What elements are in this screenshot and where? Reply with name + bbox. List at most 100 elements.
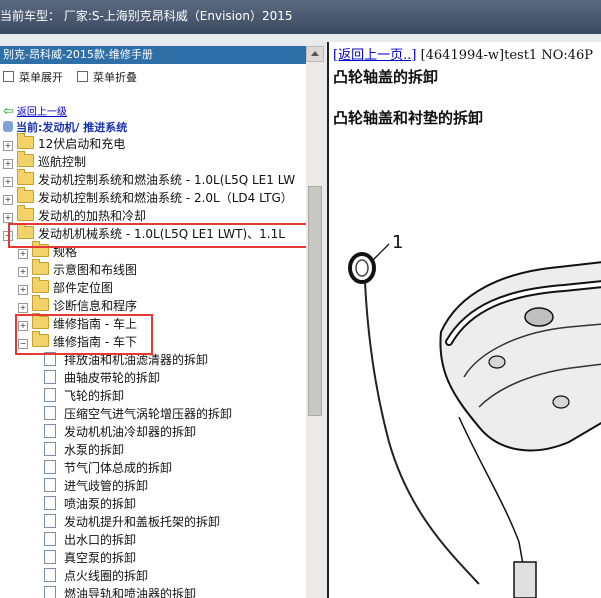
cover-boss-1 — [488, 355, 506, 369]
expand-toggle-icon[interactable]: + — [3, 195, 13, 205]
tree-item-label: 12伏启动和充电 — [38, 137, 126, 151]
folder-icon — [32, 277, 49, 293]
tree-item-doc[interactable]: 真空泵的拆卸 — [44, 549, 136, 567]
expand-toggle-icon[interactable]: + — [18, 267, 28, 277]
document-icon — [44, 442, 56, 456]
tree-item-label: 发动机提升和盖板托架的拆卸 — [64, 515, 221, 529]
expand-toggle-icon[interactable]: + — [18, 249, 28, 259]
tree-item-label: 发动机的加热和冷却 — [38, 209, 147, 223]
cover-boss-2 — [552, 395, 570, 409]
tree-item-label: 燃油导轨和喷油器的拆卸 — [64, 587, 197, 598]
callout-leader-line — [372, 243, 390, 261]
expand-toggle-icon[interactable]: + — [3, 159, 13, 169]
collapse-menu-label: 菜单折叠 — [93, 71, 137, 84]
document-icon — [44, 388, 56, 402]
tree-item-label: 飞轮的拆卸 — [64, 389, 125, 403]
menu-toolbar: 菜单展开 菜单折叠 — [0, 66, 306, 86]
tree-item-label: 出水口的拆卸 — [64, 533, 137, 547]
tree-item-doc[interactable]: 出水口的拆卸 — [44, 531, 136, 549]
tree-scrollbar[interactable] — [306, 46, 324, 598]
document-icon — [44, 496, 56, 510]
tree-item-label: 真空泵的拆卸 — [64, 551, 137, 565]
folder-icon — [17, 187, 34, 203]
tree-item-label: 点火线圈的拆卸 — [64, 569, 149, 583]
highlight-box-engine-mechanical — [8, 223, 316, 248]
expand-icon — [3, 71, 14, 82]
tree-item-label: 喷油泵的拆卸 — [64, 497, 137, 511]
document-icon — [44, 370, 56, 384]
expand-menu-label: 菜单展开 — [19, 71, 63, 84]
document-icon — [44, 406, 56, 420]
content-panel: [返回上一页..] [4641994-w]test1 NO:46P 凸轮轴盖的拆… — [327, 42, 601, 598]
document-icon — [44, 568, 56, 582]
location-icon — [3, 121, 13, 132]
callout-number: 1 — [392, 232, 403, 253]
navigation-panel: 别克-昂科威-2015款-维修手册 菜单展开 菜单折叠 ⇦ 返回上一级 当前:发动… — [0, 46, 324, 598]
tree-item-label: 示意图和布线图 — [53, 263, 138, 277]
document-icon — [44, 586, 56, 598]
expand-menu-button[interactable]: 菜单展开 — [3, 69, 63, 85]
folder-icon — [17, 205, 34, 221]
tree-item-doc[interactable]: 发动机机油冷却器的拆卸 — [44, 423, 196, 441]
tree-item-doc[interactable]: 发动机提升和盖板托架的拆卸 — [44, 513, 220, 531]
tree-item-label: 发动机控制系统和燃油系统 - 1.0L(L5Q LE1 LW — [38, 173, 296, 187]
tree-item-folder[interactable]: + 发动机控制系统和燃油系统 - 2.0L（LD4 LTG） — [3, 187, 293, 207]
back-link[interactable]: ⇦ 返回上一级 — [3, 103, 67, 119]
page-title: 凸轮轴盖的拆卸 — [333, 68, 439, 86]
current-path-label: 当前:发动机/ 推进系统 — [16, 121, 128, 134]
highlight-box-service-guides — [15, 314, 153, 355]
folder-icon — [32, 295, 49, 311]
expand-toggle-icon[interactable]: + — [18, 285, 28, 295]
tree-item-label: 诊断信息和程序 — [53, 299, 138, 313]
collapse-icon — [77, 71, 88, 82]
back-arrow-icon: ⇦ — [3, 104, 14, 119]
tree-item-folder[interactable]: + 巡航控制 — [3, 151, 87, 171]
tree-item-label: 曲轴皮带轮的拆卸 — [64, 371, 161, 385]
tree-item-label: 水泵的拆卸 — [64, 443, 125, 457]
expand-toggle-icon[interactable]: + — [3, 141, 13, 151]
expand-toggle-icon[interactable]: + — [18, 303, 28, 313]
tree-item-doc[interactable]: 水泵的拆卸 — [44, 441, 124, 459]
vehicle-title: 当前车型： 厂家:S-上海别克昂科威（Envision）2015 — [0, 9, 293, 23]
back-page-link[interactable]: [返回上一页..] — [333, 48, 416, 63]
title-bar: 当前车型： 厂家:S-上海别克昂科威（Envision）2015 — [0, 0, 601, 34]
tree-item-doc[interactable]: 进气歧管的拆卸 — [44, 477, 148, 495]
collapse-menu-button[interactable]: 菜单折叠 — [77, 69, 137, 85]
tree-item-doc[interactable]: 喷油泵的拆卸 — [44, 495, 136, 513]
tree-item-doc[interactable]: 节气门体总成的拆卸 — [44, 459, 172, 477]
document-icon — [44, 478, 56, 492]
section-subtitle: 凸轮轴盖和衬垫的拆卸 — [333, 109, 484, 127]
document-icon — [44, 460, 56, 474]
oil-cap — [524, 307, 554, 327]
scroll-up-icon[interactable] — [306, 46, 324, 62]
tree-item-label: 排放油和机油滤清器的拆卸 — [64, 353, 209, 367]
tree-item-doc[interactable]: 燃油导轨和喷油器的拆卸 — [44, 585, 196, 598]
tree-item-doc[interactable]: 点火线圈的拆卸 — [44, 567, 148, 585]
expand-toggle-icon[interactable]: + — [3, 213, 13, 223]
manual-header: 别克-昂科威-2015款-维修手册 — [0, 46, 309, 64]
tree-item-doc[interactable]: 曲轴皮带轮的拆卸 — [44, 369, 160, 387]
tree-item-label: 压缩空气进气涡轮增压器的拆卸 — [64, 407, 233, 421]
tree-item-label: 进气歧管的拆卸 — [64, 479, 149, 493]
tree-item-label: 发动机机油冷却器的拆卸 — [64, 425, 197, 439]
back-link-label: 返回上一级 — [16, 107, 67, 118]
folder-icon — [17, 133, 34, 149]
tree-item-folder[interactable]: + 发动机控制系统和燃油系统 - 1.0L(L5Q LE1 LW — [3, 169, 296, 189]
doc-header: [返回上一页..] [4641994-w]test1 NO:46P — [333, 44, 593, 63]
tree-item-label: 节气门体总成的拆卸 — [64, 461, 173, 475]
tree-item-label: 巡航控制 — [38, 155, 87, 169]
dipstick-handle-inner — [355, 259, 369, 277]
scroll-thumb[interactable] — [308, 186, 322, 416]
doc-info: [4641994-w]test1 NO:46P — [420, 48, 594, 63]
engine-lower-part — [513, 561, 537, 598]
document-icon — [44, 532, 56, 546]
document-icon — [44, 424, 56, 438]
tree-item-doc[interactable]: 飞轮的拆卸 — [44, 387, 124, 405]
expand-toggle-icon[interactable]: + — [3, 177, 13, 187]
document-icon — [44, 550, 56, 564]
tree-item-doc[interactable]: 压缩空气进气涡轮增压器的拆卸 — [44, 405, 232, 423]
tree-item-label: 部件定位图 — [53, 281, 114, 295]
folder-icon — [17, 169, 34, 185]
folder-icon — [32, 259, 49, 275]
camshaft-cover-illustration: 1 — [348, 232, 601, 598]
